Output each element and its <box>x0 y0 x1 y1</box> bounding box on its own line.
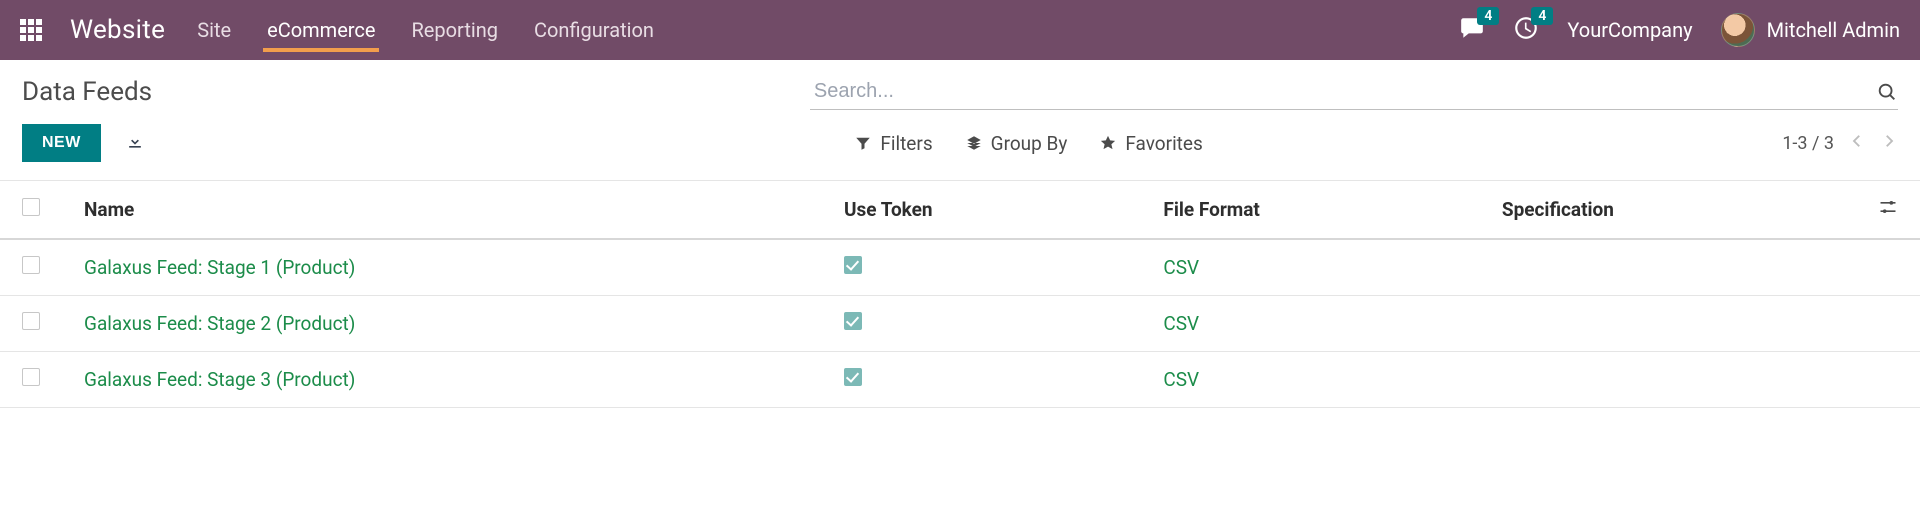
cell-use-token <box>822 239 1141 296</box>
company-switcher[interactable]: YourCompany <box>1567 18 1692 42</box>
download-icon <box>125 131 145 151</box>
cell-file-format[interactable]: CSV <box>1141 296 1479 352</box>
navbar-left: Website Site eCommerce Reporting Configu… <box>20 2 658 58</box>
funnel-icon <box>854 134 872 152</box>
chevron-right-icon <box>1880 132 1898 150</box>
row-checkbox[interactable] <box>22 256 40 274</box>
nav-item-ecommerce[interactable]: eCommerce <box>263 2 379 58</box>
star-icon <box>1099 134 1117 152</box>
cell-specification[interactable] <box>1480 296 1856 352</box>
cell-use-token <box>822 352 1141 408</box>
search-bar[interactable] <box>810 74 1898 110</box>
search-input[interactable] <box>810 74 1876 109</box>
cell-name[interactable]: Galaxus Feed: Stage 3 (Product) <box>62 352 822 408</box>
cell-file-format[interactable]: CSV <box>1141 352 1479 408</box>
use-token-checkbox[interactable] <box>844 312 862 330</box>
use-token-checkbox[interactable] <box>844 368 862 386</box>
cell-name[interactable]: Galaxus Feed: Stage 2 (Product) <box>62 296 822 352</box>
use-token-checkbox[interactable] <box>844 256 862 274</box>
favorites-button[interactable]: Favorites <box>1099 132 1202 155</box>
control-panel: Data Feeds NEW Filters Group By Favorite… <box>0 60 1920 170</box>
app-brand[interactable]: Website <box>70 15 165 45</box>
favorites-label: Favorites <box>1125 132 1202 155</box>
pager-next[interactable] <box>1880 132 1898 155</box>
new-button[interactable]: NEW <box>22 124 101 162</box>
cell-specification[interactable] <box>1480 352 1856 408</box>
col-header-file-format[interactable]: File Format <box>1141 181 1479 240</box>
cell-specification[interactable] <box>1480 239 1856 296</box>
data-feeds-table: Name Use Token File Format Specification… <box>0 180 1920 408</box>
col-header-name[interactable]: Name <box>62 181 822 240</box>
export-button[interactable] <box>125 131 145 155</box>
pager: 1-3 / 3 <box>1782 132 1898 155</box>
top-navbar: Website Site eCommerce Reporting Configu… <box>0 0 1920 60</box>
layers-icon <box>965 134 983 152</box>
row-checkbox[interactable] <box>22 368 40 386</box>
optional-columns-button[interactable] <box>1878 199 1898 222</box>
table-row[interactable]: Galaxus Feed: Stage 3 (Product) CSV <box>0 352 1920 408</box>
nav-item-reporting[interactable]: Reporting <box>407 2 502 58</box>
table-row[interactable]: Galaxus Feed: Stage 2 (Product) CSV <box>0 296 1920 352</box>
messages-button[interactable]: 4 <box>1459 15 1485 45</box>
sliders-icon <box>1878 197 1898 217</box>
pager-value[interactable]: 1-3 / 3 <box>1782 133 1834 154</box>
page-title: Data Feeds <box>22 77 152 107</box>
chevron-left-icon <box>1848 132 1866 150</box>
messages-badge: 4 <box>1477 7 1499 25</box>
col-header-use-token[interactable]: Use Token <box>822 181 1141 240</box>
search-options: Filters Group By Favorites <box>724 132 1202 155</box>
pager-prev[interactable] <box>1848 132 1866 155</box>
table-header-row: Name Use Token File Format Specification <box>0 181 1920 240</box>
avatar <box>1721 13 1755 47</box>
apps-launcher-icon[interactable] <box>20 19 42 41</box>
search-icon[interactable] <box>1876 81 1898 103</box>
cell-name[interactable]: Galaxus Feed: Stage 1 (Product) <box>62 239 822 296</box>
activities-button[interactable]: 4 <box>1513 15 1539 45</box>
row-checkbox[interactable] <box>22 312 40 330</box>
col-header-specification[interactable]: Specification <box>1480 181 1856 240</box>
table-row[interactable]: Galaxus Feed: Stage 1 (Product) CSV <box>0 239 1920 296</box>
activities-badge: 4 <box>1531 7 1553 25</box>
user-menu[interactable]: Mitchell Admin <box>1721 13 1900 47</box>
user-name: Mitchell Admin <box>1767 18 1900 42</box>
select-all-checkbox[interactable] <box>22 198 40 216</box>
cell-use-token <box>822 296 1141 352</box>
groupby-label: Group By <box>991 132 1068 155</box>
nav-item-site[interactable]: Site <box>193 2 235 58</box>
filters-button[interactable]: Filters <box>854 132 932 155</box>
cell-file-format[interactable]: CSV <box>1141 239 1479 296</box>
groupby-button[interactable]: Group By <box>965 132 1068 155</box>
navbar-right: 4 4 YourCompany Mitchell Admin <box>1459 13 1900 47</box>
nav-item-configuration[interactable]: Configuration <box>530 2 658 58</box>
filters-label: Filters <box>880 132 932 155</box>
